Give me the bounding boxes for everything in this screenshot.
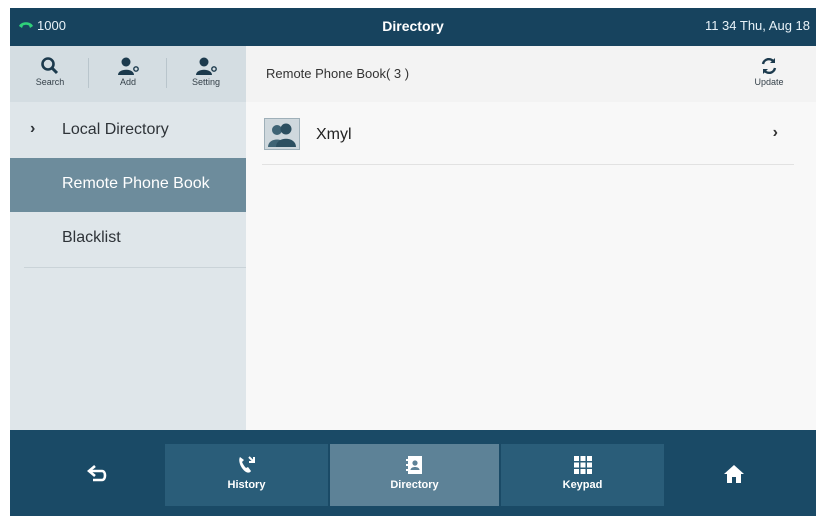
contact-setting-icon bbox=[196, 57, 217, 75]
toolbar: Search Add Setting bbox=[10, 46, 246, 102]
nav-directory[interactable]: Directory bbox=[330, 444, 499, 506]
menu-divider bbox=[24, 267, 246, 268]
call-history-icon bbox=[238, 456, 255, 473]
home-button[interactable] bbox=[674, 444, 794, 506]
directory-book-icon bbox=[405, 456, 422, 474]
contact-avatar-icon bbox=[268, 123, 296, 147]
back-arrow-icon bbox=[87, 465, 107, 482]
bottom-navigation: History Directory Keypad bbox=[10, 430, 816, 516]
refresh-icon bbox=[761, 57, 777, 75]
home-icon bbox=[724, 465, 744, 483]
back-button[interactable] bbox=[38, 444, 158, 506]
nav-history[interactable]: History bbox=[165, 444, 328, 506]
menu-item-remote-phone-book[interactable]: Remote Phone Book bbox=[10, 158, 246, 212]
chevron-right-icon: › bbox=[772, 124, 778, 141]
clock: 11 34 Thu, Aug 18 bbox=[704, 18, 810, 33]
contact-avatar bbox=[264, 118, 300, 150]
nav-keypad-label: Keypad bbox=[562, 479, 603, 491]
toolbar-divider bbox=[166, 58, 167, 88]
chevron-right-icon: › bbox=[30, 120, 36, 137]
nav-history-label: History bbox=[227, 479, 266, 491]
update-label: Update bbox=[754, 77, 784, 87]
menu-item-blacklist[interactable]: Blacklist bbox=[10, 212, 246, 266]
update-button[interactable]: Update bbox=[744, 54, 794, 87]
page-title: Directory bbox=[382, 18, 444, 34]
add-label: Add bbox=[119, 77, 136, 87]
add-button[interactable]: Add bbox=[98, 52, 158, 98]
keypad-grid-icon bbox=[573, 456, 592, 474]
status-bar: 1000 Directory 11 34 Thu, Aug 18 bbox=[10, 8, 816, 46]
list-title: Remote Phone Book( 3 ) bbox=[266, 66, 410, 81]
menu-item-local-directory[interactable]: › Local Directory bbox=[10, 104, 246, 158]
directory-sidebar: Search Add Setting › Local Directory Rem… bbox=[10, 46, 246, 430]
nav-keypad[interactable]: Keypad bbox=[501, 444, 664, 506]
contact-list-panel: Remote Phone Book( 3 ) Update Xmyl › bbox=[246, 46, 816, 430]
setting-button[interactable]: Setting bbox=[176, 52, 236, 98]
menu-item-label: Local Directory bbox=[62, 121, 169, 138]
menu-item-label: Blacklist bbox=[62, 229, 121, 246]
toolbar-divider bbox=[88, 58, 89, 88]
menu-item-label: Remote Phone Book bbox=[62, 175, 210, 192]
search-label: Search bbox=[35, 77, 65, 87]
setting-label: Setting bbox=[191, 77, 221, 87]
search-icon bbox=[41, 57, 59, 75]
contact-row[interactable]: Xmyl › bbox=[262, 106, 794, 165]
phone-screen: 1000 Directory 11 34 Thu, Aug 18 Search bbox=[10, 8, 816, 516]
contact-name: Xmyl bbox=[316, 126, 352, 143]
nav-directory-label: Directory bbox=[390, 479, 439, 491]
list-header: Remote Phone Book( 3 ) Update bbox=[246, 46, 816, 102]
add-contact-icon bbox=[118, 57, 139, 75]
search-button[interactable]: Search bbox=[20, 52, 80, 98]
